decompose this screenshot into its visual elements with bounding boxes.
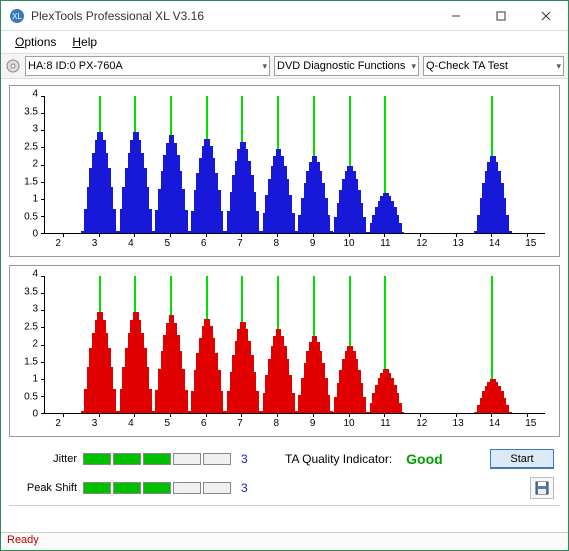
drive-select[interactable]: HA:8 ID:0 PX-760A ▾ xyxy=(25,56,270,76)
drive-select-value: HA:8 ID:0 PX-760A xyxy=(28,60,123,72)
jitter-bar xyxy=(83,453,231,465)
function-select-value: DVD Diagnostic Functions xyxy=(277,60,405,72)
svg-text:XL: XL xyxy=(12,12,22,21)
save-button[interactable] xyxy=(530,477,554,499)
jitter-label: Jitter xyxy=(15,453,77,465)
test-select-value: Q-Check TA Test xyxy=(426,60,508,72)
status-bar: Ready xyxy=(1,532,568,550)
window-title: PlexTools Professional XL V3.16 xyxy=(31,9,433,23)
quality-indicator-value: Good xyxy=(406,451,443,467)
jitter-value: 3 xyxy=(241,452,248,466)
status-text: Ready xyxy=(7,534,39,546)
toolbar: HA:8 ID:0 PX-760A ▾ DVD Diagnostic Funct… xyxy=(1,53,568,79)
quality-indicator-label: TA Quality Indicator: xyxy=(285,452,392,466)
start-button[interactable]: Start xyxy=(490,449,554,469)
function-select[interactable]: DVD Diagnostic Functions ▾ xyxy=(274,56,419,76)
minimize-button[interactable] xyxy=(433,1,478,30)
chevron-down-icon: ▾ xyxy=(262,61,267,72)
chart-bottom: 00.511.522.533.5423456789101112131415 xyxy=(9,265,560,437)
peakshift-value: 3 xyxy=(241,481,248,495)
titlebar: XL PlexTools Professional XL V3.16 xyxy=(1,1,568,31)
chevron-down-icon: ▾ xyxy=(556,61,561,72)
maximize-button[interactable] xyxy=(478,1,523,30)
floppy-icon xyxy=(535,481,549,495)
close-button[interactable] xyxy=(523,1,568,30)
chart-top: 00.511.522.533.5423456789101112131415 xyxy=(9,85,560,257)
test-select[interactable]: Q-Check TA Test ▾ xyxy=(423,56,564,76)
peakshift-bar xyxy=(83,482,231,494)
divider xyxy=(9,505,560,506)
menu-options[interactable]: Options xyxy=(9,33,62,51)
peakshift-label: Peak Shift xyxy=(15,482,77,494)
chevron-down-icon: ▾ xyxy=(411,61,416,72)
menubar: Options Help xyxy=(1,31,568,53)
drive-icon xyxy=(5,58,21,74)
menu-help[interactable]: Help xyxy=(66,33,103,51)
app-icon: XL xyxy=(9,8,25,24)
